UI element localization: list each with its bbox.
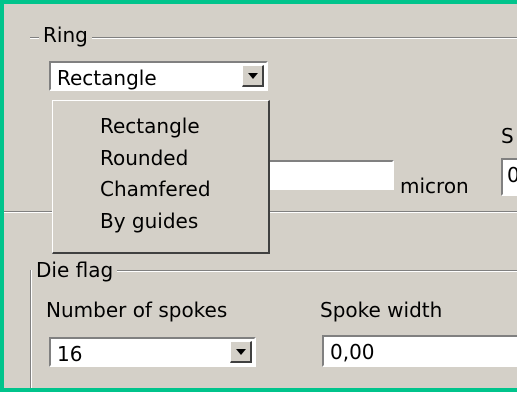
ring-shape-select[interactable]: Rectangle	[49, 61, 268, 91]
die-flag-group-legend: Die flag	[32, 259, 118, 281]
ring-unit-label: micron	[400, 174, 469, 198]
settings-panel: Ring Rectangle micron S 0 Die flag Numbe…	[4, 4, 517, 388]
number-of-spokes-select[interactable]: 16	[49, 337, 256, 367]
die-flag-group-left-border	[30, 270, 32, 388]
number-of-spokes-select-value: 16	[57, 342, 83, 366]
number-of-spokes-dropdown-button[interactable]	[230, 341, 252, 363]
ring-right-label-partial: S	[501, 124, 514, 148]
dropdown-option-chamfered[interactable]: Chamfered	[100, 175, 211, 203]
ring-shape-dropdown-button[interactable]	[242, 65, 264, 87]
dropdown-option-rectangle[interactable]: Rectangle	[100, 112, 200, 140]
chevron-down-icon	[248, 73, 258, 79]
chevron-down-icon	[236, 349, 246, 355]
dropdown-option-rounded[interactable]: Rounded	[100, 144, 188, 172]
ring-right-field-partial-value: 0	[507, 163, 517, 187]
ring-group-legend: Ring	[39, 24, 92, 46]
ring-shape-dropdown-list: Rectangle Rounded Chamfered By guides	[52, 100, 270, 254]
ring-group-border	[30, 37, 517, 39]
ring-right-field-partial[interactable]: 0	[501, 158, 517, 196]
ring-shape-select-value: Rectangle	[57, 66, 157, 90]
window-border: Ring Rectangle micron S 0 Die flag Numbe…	[0, 0, 517, 392]
dropdown-option-by-guides[interactable]: By guides	[100, 207, 198, 235]
spoke-width-label: Spoke width	[320, 298, 443, 322]
number-of-spokes-label: Number of spokes	[46, 298, 228, 322]
spoke-width-field[interactable]: 0,00	[322, 335, 517, 367]
spoke-width-field-value: 0,00	[330, 340, 375, 364]
